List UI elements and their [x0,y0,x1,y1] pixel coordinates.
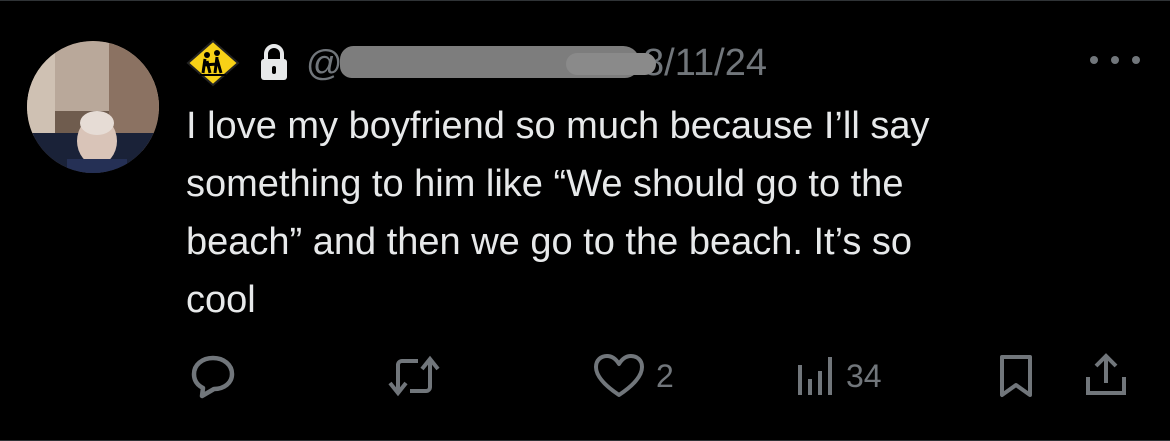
share-icon [1086,353,1126,395]
avatar[interactable] [27,41,159,173]
avatar-photo [27,41,159,173]
reply-icon [191,355,235,399]
views-count: 34 [846,357,882,394]
tweet-date[interactable]: 8/11/24 [643,39,767,87]
pedestrian-crossing-sign-icon [186,39,242,87]
tweet-actions: 2 34 [0,341,1170,411]
tweet-header: @ 8/11/24 [186,39,767,87]
bookmark-button[interactable] [996,341,1036,411]
reply-button[interactable] [188,341,238,411]
heart-icon [594,354,644,397]
username-handle[interactable]: @ [306,39,656,87]
views-button[interactable]: 34 [796,341,882,411]
retweet-icon [388,355,440,397]
share-button[interactable] [1082,341,1130,411]
like-button[interactable]: 2 [592,341,674,411]
tweet-text: I love my boyfriend so much because I’ll… [186,105,930,321]
handle-prefix: @ [306,42,343,83]
lock-icon [258,43,292,83]
retweet-button[interactable] [386,341,442,411]
tweet[interactable]: @ 8/11/24 I love my boyfriend so much be… [0,0,1170,441]
redaction [566,53,656,75]
more-horizontal-icon[interactable] [1090,45,1140,75]
like-count: 2 [656,357,674,394]
views-chart-icon [798,357,832,395]
bookmark-icon [1000,355,1032,397]
